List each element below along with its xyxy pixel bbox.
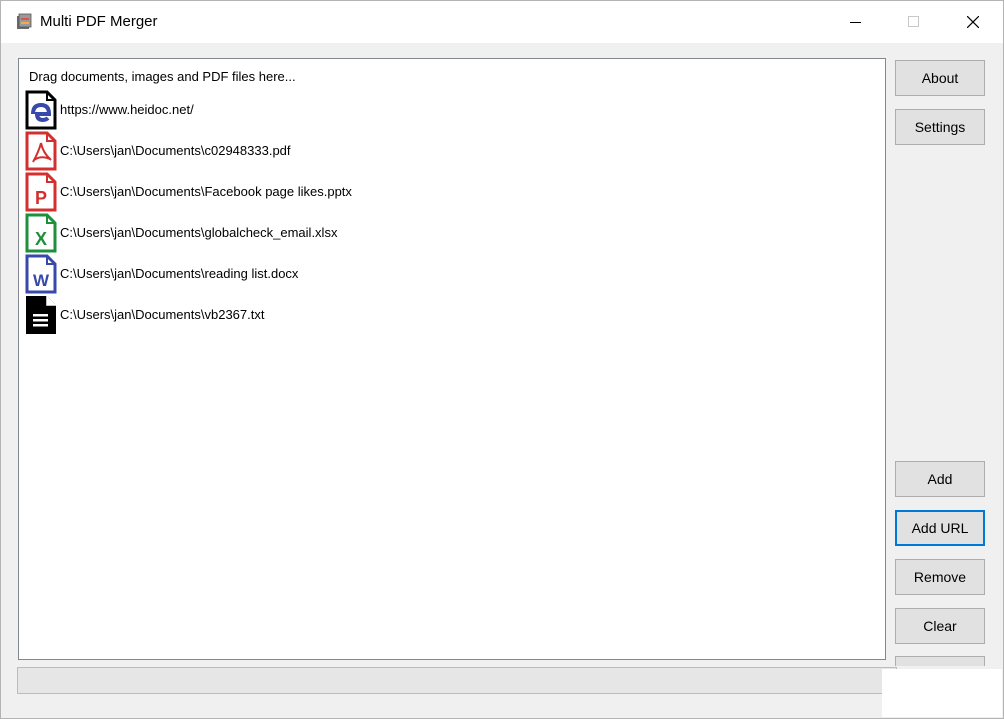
edge-web-icon <box>25 90 57 130</box>
svg-text:W: W <box>33 271 50 290</box>
file-path: C:\Users\jan\Documents\Facebook page lik… <box>60 184 352 199</box>
list-item[interactable]: C:\Users\jan\Documents\c02948333.pdf <box>25 131 875 172</box>
clear-button[interactable]: Clear <box>895 608 985 644</box>
list-item[interactable]: https://www.heidoc.net/ <box>25 90 875 131</box>
file-path: C:\Users\jan\Documents\c02948333.pdf <box>60 143 291 158</box>
file-path: C:\Users\jan\Documents\vb2367.txt <box>60 307 265 322</box>
minimize-button[interactable] <box>833 1 879 43</box>
window-title: Multi PDF Merger <box>40 13 158 30</box>
file-path: C:\Users\jan\Documents\globalcheck_email… <box>60 225 338 240</box>
file-path: https://www.heidoc.net/ <box>60 102 194 117</box>
title-bar[interactable]: Multi PDF Merger <box>1 1 1003 43</box>
app-window: Multi PDF Merger Drag documents, images … <box>0 0 1004 719</box>
list-item[interactable]: P C:\Users\jan\Documents\Facebook page l… <box>25 172 875 213</box>
app-icon <box>15 12 33 30</box>
excel-file-icon: X <box>25 213 57 253</box>
add-url-button[interactable]: Add URL <box>895 510 985 546</box>
list-item[interactable]: X C:\Users\jan\Documents\globalcheck_ema… <box>25 213 875 254</box>
maximize-button[interactable] <box>891 1 937 43</box>
svg-text:P: P <box>35 188 47 208</box>
list-item[interactable]: C:\Users\jan\Documents\vb2367.txt <box>25 295 875 336</box>
settings-button[interactable]: Settings <box>895 109 985 145</box>
remove-button[interactable]: Remove <box>895 559 985 595</box>
minimize-icon <box>850 22 861 23</box>
powerpoint-file-icon: P <box>25 172 57 212</box>
blank-overlay <box>882 669 1002 717</box>
progress-bar <box>17 667 897 694</box>
list-item[interactable]: W C:\Users\jan\Documents\reading list.do… <box>25 254 875 295</box>
about-button[interactable]: About <box>895 60 985 96</box>
file-list[interactable]: Drag documents, images and PDF files her… <box>18 58 886 660</box>
file-path: C:\Users\jan\Documents\reading list.docx <box>60 266 299 281</box>
merge-button-partial[interactable] <box>895 656 985 666</box>
close-button[interactable] <box>950 1 996 43</box>
close-icon <box>967 16 979 28</box>
add-button[interactable]: Add <box>895 461 985 497</box>
svg-text:X: X <box>35 229 47 249</box>
text-file-icon <box>25 295 57 335</box>
pdf-file-icon <box>25 131 57 171</box>
drop-hint: Drag documents, images and PDF files her… <box>29 69 296 84</box>
maximize-icon <box>908 16 919 27</box>
word-file-icon: W <box>25 254 57 294</box>
